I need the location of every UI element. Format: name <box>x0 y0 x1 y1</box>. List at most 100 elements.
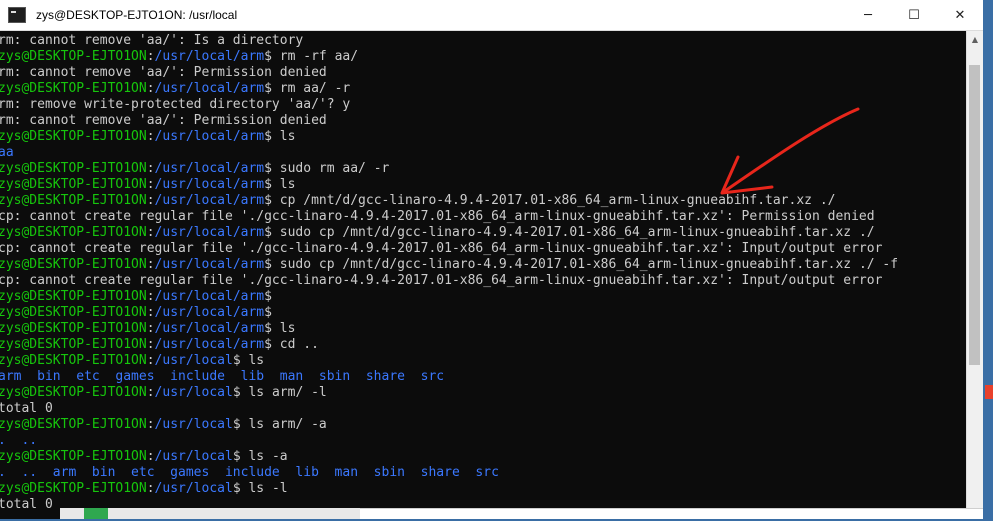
prompt-path: /usr/local <box>154 353 233 368</box>
terminal-text: $ sudo cp /mnt/d/gcc-linaro-4.9.4-2017.0… <box>264 257 899 272</box>
prompt-user: zys@DESKTOP-EJTO1ON <box>0 257 147 272</box>
terminal-text: rm: cannot remove 'aa/': Permission deni… <box>0 65 327 80</box>
terminal-line: cp: cannot create regular file './gcc-li… <box>0 209 966 225</box>
side-notification-badge <box>985 385 993 399</box>
terminal-line: aa <box>0 145 966 161</box>
terminal-line: rm: cannot remove 'aa/': Permission deni… <box>0 65 966 81</box>
terminal-line: zys@DESKTOP-EJTO1ON:/usr/local/arm$ ls <box>0 129 966 145</box>
terminal-line: zys@DESKTOP-EJTO1ON:/usr/local/arm$ rm -… <box>0 49 966 65</box>
terminal-text: $ ls arm/ -l <box>232 385 327 400</box>
background-green-icon <box>84 508 108 519</box>
terminal-line: zys@DESKTOP-EJTO1ON:/usr/local/arm$ sudo… <box>0 161 966 177</box>
terminal-text: $ ls <box>264 129 296 144</box>
terminal-text: total 0 <box>0 401 53 416</box>
terminal-line: zys@DESKTOP-EJTO1ON:/usr/local/arm$ ls <box>0 321 966 337</box>
prompt-user: zys@DESKTOP-EJTO1ON <box>0 321 147 336</box>
prompt-user: zys@DESKTOP-EJTO1ON <box>0 417 147 432</box>
terminal-text: : <box>146 225 155 240</box>
prompt-user: zys@DESKTOP-EJTO1ON <box>0 289 147 304</box>
prompt-user: zys@DESKTOP-EJTO1ON <box>0 177 147 192</box>
terminal-line: zys@DESKTOP-EJTO1ON:/usr/local$ ls arm/ … <box>0 385 966 401</box>
maximize-button[interactable]: ☐ <box>891 0 937 31</box>
minimize-button[interactable]: ─ <box>845 0 891 31</box>
terminal-line: zys@DESKTOP-EJTO1ON:/usr/local/arm$ cd .… <box>0 337 966 353</box>
background-window-peek <box>0 508 993 519</box>
terminal-text: : <box>146 353 155 368</box>
terminal-text: $ cd .. <box>264 337 319 352</box>
prompt-path: /usr/local <box>154 417 233 432</box>
terminal-text: : <box>146 257 155 272</box>
terminal-text: : <box>146 337 155 352</box>
prompt-path: /usr/local/arm <box>154 337 265 352</box>
terminal-line: zys@DESKTOP-EJTO1ON:/usr/local/arm$ <box>0 289 966 305</box>
prompt-user: zys@DESKTOP-EJTO1ON <box>0 225 147 240</box>
prompt-path: /usr/local/arm <box>154 257 265 272</box>
terminal-text: $ ls <box>232 353 265 368</box>
prompt-user: zys@DESKTOP-EJTO1ON <box>0 81 147 96</box>
terminal-line: arm bin etc games include lib man sbin s… <box>0 369 966 385</box>
terminal-text: rm: cannot remove 'aa/': Permission deni… <box>0 113 327 128</box>
prompt-path: /usr/local <box>154 385 233 400</box>
terminal-text: : <box>146 49 155 64</box>
prompt-path: aa <box>0 145 14 160</box>
terminal-text: $ ls <box>264 177 296 192</box>
terminal-text: $ ls -a <box>232 449 288 464</box>
terminal-text: : <box>146 81 155 96</box>
terminal-line: rm: cannot remove 'aa/': Permission deni… <box>0 113 966 129</box>
terminal-text: rm: remove write-protected directory 'aa… <box>0 97 351 112</box>
terminal-text: $ rm aa/ -r <box>264 81 351 96</box>
prompt-user: zys@DESKTOP-EJTO1ON <box>0 481 147 496</box>
terminal-text: : <box>146 289 155 304</box>
prompt-path: /usr/local <box>154 449 233 464</box>
terminal-text: $ sudo cp /mnt/d/gcc-linaro-4.9.4-2017.0… <box>264 225 875 240</box>
terminal-line: zys@DESKTOP-EJTO1ON:/usr/local$ ls -a <box>0 449 966 465</box>
terminal-line: zys@DESKTOP-EJTO1ON:/usr/local/arm$ ls <box>0 177 966 193</box>
prompt-user: zys@DESKTOP-EJTO1ON <box>0 385 147 400</box>
terminal-text: $ ls arm/ -a <box>232 417 327 432</box>
terminal-line: rm: remove write-protected directory 'aa… <box>0 97 966 113</box>
terminal-text: : <box>146 321 155 336</box>
terminal-text: : <box>146 193 155 208</box>
terminal-text: $ rm -rf aa/ <box>264 49 359 64</box>
terminal-text: : <box>146 449 155 464</box>
scroll-thumb[interactable] <box>969 65 980 365</box>
terminal-text: $ sudo rm aa/ -r <box>264 161 390 176</box>
terminal-line: zys@DESKTOP-EJTO1ON:/usr/local$ ls arm/ … <box>0 417 966 433</box>
terminal-text: rm: cannot remove 'aa/': Is a directory <box>0 33 304 48</box>
prompt-path: /usr/local/arm <box>154 305 265 320</box>
terminal-line: zys@DESKTOP-EJTO1ON:/usr/local$ ls <box>0 353 966 369</box>
scroll-up-icon[interactable]: ▲ <box>967 31 983 48</box>
prompt-user: zys@DESKTOP-EJTO1ON <box>0 193 147 208</box>
terminal-output[interactable]: rm: cannot remove 'aa/': Is a directory z… <box>0 31 966 521</box>
terminal-text: : <box>146 305 155 320</box>
prompt-user: zys@DESKTOP-EJTO1ON <box>0 353 147 368</box>
terminal-text: cp: cannot create regular file './gcc-li… <box>0 273 883 288</box>
prompt-user: zys@DESKTOP-EJTO1ON <box>0 49 147 64</box>
prompt-user: zys@DESKTOP-EJTO1ON <box>0 129 147 144</box>
prompt-user: zys@DESKTOP-EJTO1ON <box>0 337 147 352</box>
background-window-right <box>360 508 983 519</box>
terminal-text: : <box>146 177 155 192</box>
terminal-window: zys@DESKTOP-EJTO1ON: /usr/local ─ ☐ ✕ rm… <box>0 0 983 519</box>
terminal-app-icon <box>8 7 26 23</box>
terminal-text: $ ls <box>264 321 296 336</box>
terminal-line: total 0 <box>0 401 966 417</box>
terminal-text: cp: cannot create regular file './gcc-li… <box>0 241 883 256</box>
prompt-path: /usr/local/arm <box>154 289 265 304</box>
terminal-line: rm: cannot remove 'aa/': Is a directory <box>0 33 966 49</box>
title-bar[interactable]: zys@DESKTOP-EJTO1ON: /usr/local ─ ☐ ✕ <box>0 0 983 31</box>
terminal-text: : <box>146 417 155 432</box>
prompt-path: /usr/local/arm <box>154 161 265 176</box>
terminal-line: cp: cannot create regular file './gcc-li… <box>0 241 966 257</box>
prompt-path: /usr/local/arm <box>154 81 265 96</box>
prompt-user: zys@DESKTOP-EJTO1ON <box>0 161 147 176</box>
window-title: zys@DESKTOP-EJTO1ON: /usr/local <box>36 8 238 22</box>
prompt-path: /usr/local/arm <box>154 225 265 240</box>
close-button[interactable]: ✕ <box>937 0 983 31</box>
terminal-line: zys@DESKTOP-EJTO1ON:/usr/local/arm$ cp /… <box>0 193 966 209</box>
prompt-path: /usr/local/arm <box>154 321 265 336</box>
terminal-line: . .. <box>0 433 966 449</box>
vertical-scrollbar[interactable]: ▲ <box>966 31 983 519</box>
terminal-line: zys@DESKTOP-EJTO1ON:/usr/local/arm$ <box>0 305 966 321</box>
prompt-path: /usr/local/arm <box>154 49 265 64</box>
